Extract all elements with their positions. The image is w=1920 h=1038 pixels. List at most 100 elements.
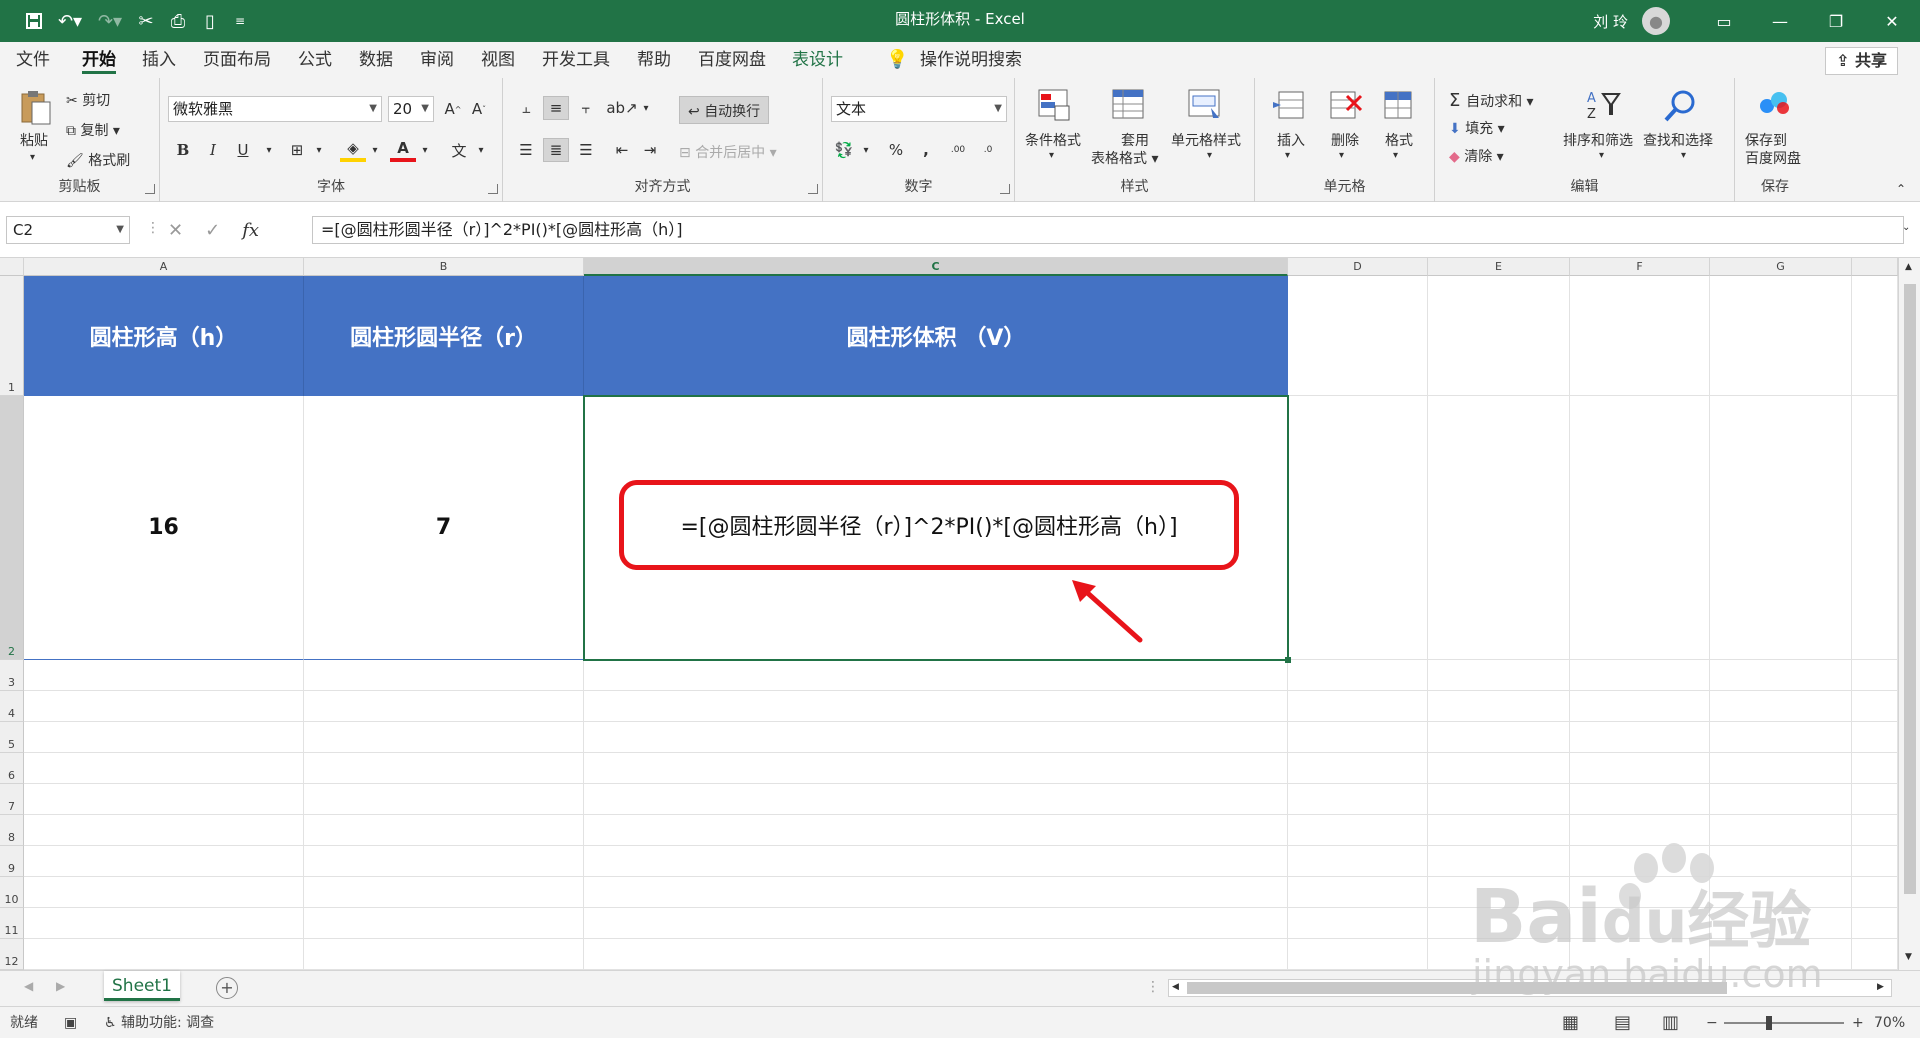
grid-cell[interactable] (584, 815, 1288, 846)
user-account[interactable]: 刘 玲 ● (1593, 0, 1670, 42)
horizontal-scrollbar[interactable]: ◀ ▶ (1168, 979, 1892, 997)
grid-cell[interactable] (1710, 691, 1852, 722)
insert-dropdown-icon[interactable]: ▾ (1285, 150, 1290, 161)
grid-cell[interactable] (1570, 908, 1710, 939)
borders-dropdown-icon[interactable]: ▾ (306, 138, 332, 162)
accessibility-status[interactable]: ♿ 辅助功能: 调查 (104, 1007, 214, 1038)
grid-cell[interactable] (1570, 846, 1710, 877)
grid-cell[interactable] (24, 691, 304, 722)
grid-cell[interactable] (304, 939, 584, 970)
customize-toolbar-icon[interactable]: ≡ (226, 0, 254, 42)
tab-help[interactable]: 帮助 (637, 42, 671, 78)
grid-cell[interactable] (1288, 276, 1428, 396)
horizontal-scroll-thumb[interactable] (1187, 982, 1727, 994)
grid-cell[interactable] (304, 784, 584, 815)
format-painter-button[interactable]: 🖌 格式刷 (66, 150, 130, 170)
grid-cell[interactable] (1428, 846, 1570, 877)
collapse-ribbon-icon[interactable]: ⌃ (1896, 182, 1906, 196)
row-header-6[interactable]: 6 (0, 753, 24, 784)
underline-dropdown-icon[interactable]: ▾ (256, 138, 282, 162)
header-cell-radius[interactable]: 圆柱形圆半径（r） (304, 276, 584, 396)
zoom-level[interactable]: 70% (1874, 1007, 1905, 1038)
grid-cell[interactable] (1570, 877, 1710, 908)
find-magnifier-icon[interactable] (1663, 88, 1699, 124)
phonetic-dropdown-icon[interactable]: ▾ (468, 138, 494, 162)
clipboard-launcher-icon[interactable] (145, 184, 155, 194)
grid-cell[interactable] (1852, 691, 1898, 722)
grid-cell[interactable] (304, 815, 584, 846)
fill-button[interactable]: ⬇ 填充 ▾ (1449, 118, 1505, 138)
grid-cell[interactable] (304, 846, 584, 877)
delete-dropdown-icon[interactable]: ▾ (1339, 150, 1344, 161)
expand-formula-icon[interactable]: ⌄ (1902, 222, 1910, 233)
align-middle-icon[interactable]: ≡ (543, 96, 569, 120)
grid-cell[interactable] (1852, 276, 1898, 396)
grid-cell[interactable] (24, 660, 304, 691)
fill-handle[interactable] (1285, 657, 1291, 663)
cut-button[interactable]: ✂ 剪切 (66, 90, 110, 110)
sort-filter-button[interactable]: 排序和筛选 (1563, 130, 1633, 150)
grid-cell[interactable] (1288, 877, 1428, 908)
percent-button[interactable]: % (883, 138, 909, 162)
grid-cell[interactable] (584, 846, 1288, 877)
grid-cell[interactable] (1288, 939, 1428, 970)
zoom-in-icon[interactable]: + (1852, 1007, 1864, 1038)
grid-cell[interactable] (24, 939, 304, 970)
grid-cell[interactable] (1428, 691, 1570, 722)
grid-cell[interactable] (1852, 722, 1898, 753)
grid-cell[interactable] (1852, 877, 1898, 908)
add-sheet-icon[interactable]: + (216, 977, 238, 999)
row-header-3[interactable]: 3 (0, 660, 24, 691)
grid-cell[interactable] (584, 784, 1288, 815)
find-dropdown-icon[interactable]: ▾ (1681, 150, 1686, 161)
grid-cell[interactable] (1710, 396, 1852, 660)
format-cells-button[interactable]: 格式 (1385, 130, 1413, 150)
tab-home[interactable]: 开始 (82, 42, 116, 78)
cell-styles-button[interactable]: 单元格样式 (1171, 130, 1241, 150)
grid-cell[interactable] (1852, 784, 1898, 815)
align-top-icon[interactable]: ⫠ (513, 96, 539, 120)
paste-dropdown-icon[interactable]: ▾ (30, 152, 35, 163)
formula-input[interactable]: =[@圆柱形圆半径（r）]^2*PI()*[@圆柱形高（h）] (312, 216, 1904, 244)
format-cells-icon[interactable] (1381, 88, 1417, 124)
grid-cell[interactable] (1852, 939, 1898, 970)
copy-button[interactable]: ⧉ 复制 ▾ (66, 120, 120, 140)
sheet-tab-sheet1[interactable]: Sheet1 (104, 971, 180, 1001)
underline-button[interactable]: U (230, 138, 256, 162)
next-sheet-icon[interactable]: ▶ (56, 979, 65, 993)
grid-cell[interactable] (584, 691, 1288, 722)
grid-cell[interactable] (304, 722, 584, 753)
column-header-a[interactable]: A (24, 258, 304, 276)
grid-cell[interactable] (1710, 877, 1852, 908)
grid-cell[interactable] (1428, 939, 1570, 970)
row-header-7[interactable]: 7 (0, 784, 24, 815)
tab-view[interactable]: 视图 (481, 42, 515, 78)
grid-cell[interactable] (1288, 396, 1428, 660)
name-box[interactable]: C2 ▼ (6, 216, 130, 244)
column-header-g[interactable]: G (1710, 258, 1852, 276)
grid-cell[interactable] (304, 908, 584, 939)
grid-cell[interactable] (1852, 908, 1898, 939)
grid-cell[interactable] (24, 908, 304, 939)
macro-record-icon[interactable]: ▣ (64, 1007, 77, 1038)
grid-cell[interactable] (1710, 908, 1852, 939)
decrease-font-icon[interactable]: Aˇ (466, 97, 492, 121)
tab-split-grip-icon[interactable]: ⋮ (1146, 979, 1160, 995)
grid-cell[interactable] (24, 753, 304, 784)
orientation-dropdown-icon[interactable]: ▾ (633, 96, 659, 120)
grid-cell[interactable] (1428, 908, 1570, 939)
format-as-table-label-2[interactable]: 表格格式 ▾ (1091, 148, 1158, 168)
tab-file[interactable]: 文件 (16, 42, 50, 78)
cancel-icon[interactable]: ✕ (168, 220, 183, 241)
grid-cell[interactable] (304, 877, 584, 908)
grid-cell[interactable] (1710, 276, 1852, 396)
grid-cell[interactable] (1710, 846, 1852, 877)
select-all-corner[interactable] (0, 258, 24, 276)
grid-cell[interactable] (304, 691, 584, 722)
decrease-decimal-button[interactable]: .0 (975, 138, 1001, 162)
font-name-select[interactable]: 微软雅黑 ▼ (168, 96, 382, 122)
row-header-11[interactable]: 11 (0, 908, 24, 939)
align-left-icon[interactable]: ☰ (513, 138, 539, 162)
grid-cell[interactable] (1710, 939, 1852, 970)
grid-cell[interactable] (1852, 660, 1898, 691)
